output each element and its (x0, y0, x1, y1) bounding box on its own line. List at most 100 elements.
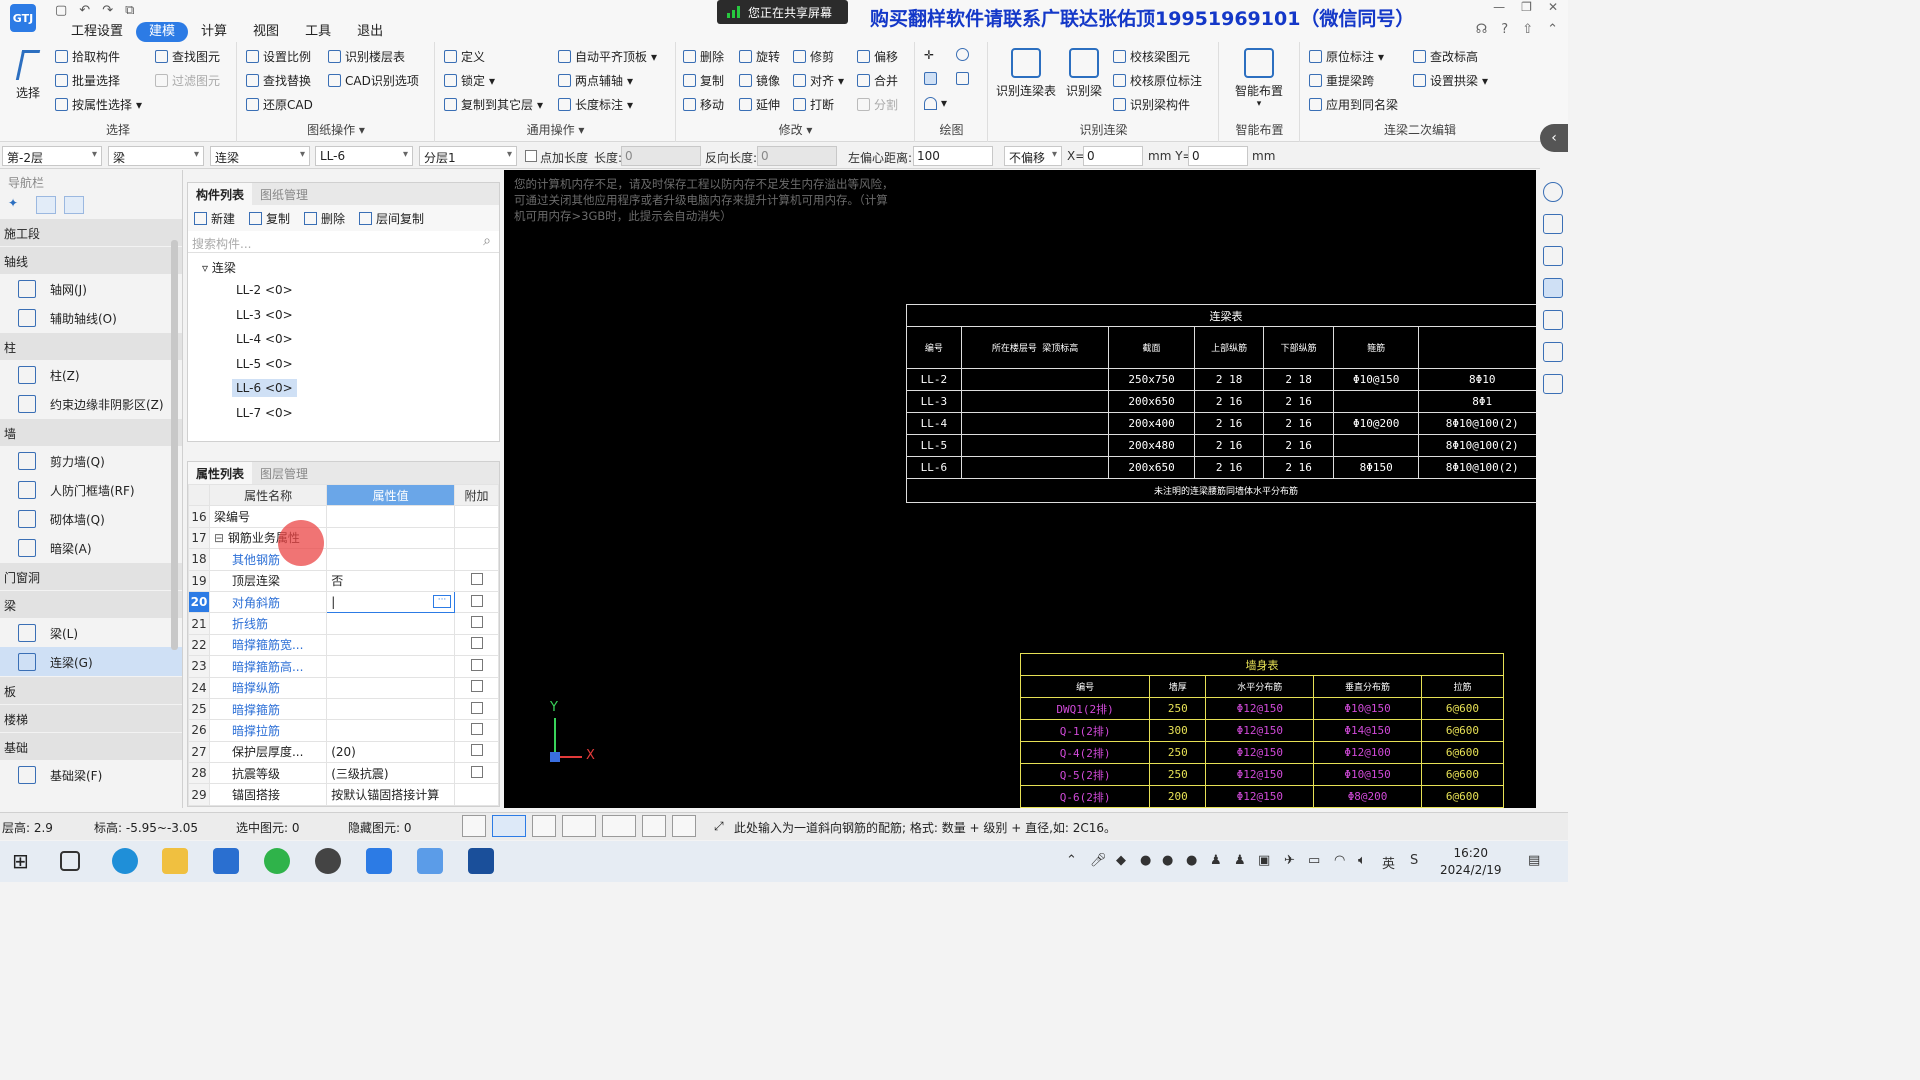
nav-item-5-0[interactable]: 梁(L) (0, 618, 182, 647)
tab-drawing-manage[interactable]: 图纸管理 (252, 183, 316, 205)
component-item[interactable]: LL-5 <0> (188, 353, 499, 378)
3d-view-icon[interactable] (1542, 214, 1563, 234)
trim-button[interactable]: 修剪 (793, 48, 834, 65)
tray-s-icon[interactable]: S (1410, 853, 1418, 868)
property-value[interactable] (326, 655, 455, 678)
recognize-floor-table-button[interactable]: 识别楼层表 (328, 48, 405, 65)
property-row[interactable]: 20 对角斜筋 | ··· (188, 590, 499, 614)
tab-property-list[interactable]: 属性列表 (188, 462, 253, 484)
extra-checkbox[interactable] (470, 594, 483, 607)
recognize-beam-table-button[interactable]: 识别连梁表 (995, 48, 1057, 99)
add-length-checkbox[interactable] (525, 150, 537, 162)
extra-checkbox[interactable] (470, 765, 483, 778)
copy-component-button[interactable]: 复制 (249, 210, 290, 227)
property-row[interactable]: 16 梁编号 (188, 505, 499, 528)
smart-layout-button[interactable]: 智能布置 ▾ (1226, 48, 1292, 109)
menu-item-1[interactable]: 建模 (136, 22, 189, 42)
nav-item-3-0[interactable]: 剪力墙(Q) (0, 446, 182, 475)
offset-button[interactable]: 偏移 (857, 48, 898, 65)
pick-component-button[interactable]: 拾取构件 (55, 48, 120, 65)
extra-checkbox[interactable] (470, 744, 483, 757)
menu-item-2[interactable]: 计算 (188, 22, 240, 42)
nav-category-1[interactable]: 轴线 (0, 247, 182, 274)
split-button[interactable]: 分割 (857, 96, 898, 113)
extend-button[interactable]: 延伸 (739, 96, 780, 113)
offset-input[interactable]: 100 (913, 146, 993, 166)
edge-browser-icon[interactable] (112, 848, 138, 874)
nav-item-1-1[interactable]: 辅助轴线(O) (0, 303, 182, 332)
close-icon[interactable]: ✕ (1548, 0, 1558, 14)
wechat-icon[interactable] (264, 848, 290, 874)
collapse-group-icon[interactable]: ⊟ (214, 531, 228, 545)
dynamic-input-toggle[interactable] (602, 815, 636, 837)
property-row[interactable]: 28 抗震等级 (三级抗震) (188, 762, 499, 785)
ellipsis-button[interactable]: ··· (433, 594, 451, 608)
floor-copy-button[interactable]: 层间复制 (359, 210, 424, 227)
arc-toggle[interactable] (672, 815, 696, 837)
property-value[interactable]: (三级抗震) (326, 762, 455, 785)
draw-rotate-point-button[interactable] (956, 48, 969, 61)
list-view-icon[interactable] (36, 196, 56, 214)
find-element-button[interactable]: 查找图元 (155, 48, 220, 65)
draw-line-button[interactable] (924, 72, 937, 85)
qq2-icon[interactable]: ♟ (1234, 853, 1246, 868)
tray-app-icon[interactable]: ● (1140, 853, 1151, 868)
meeting-app-icon[interactable] (213, 848, 239, 874)
set-arch-beam-button[interactable]: 设置拱梁 ▾ (1413, 72, 1488, 89)
fullscreen-icon[interactable] (1542, 310, 1563, 330)
angle-toggle[interactable] (562, 815, 596, 837)
property-row[interactable]: 26 暗撑拉筋 (188, 719, 499, 742)
set-scale-button[interactable]: 设置比例 (246, 48, 311, 65)
auto-align-top-button[interactable]: 自动平齐顶板 ▾ (558, 48, 657, 65)
component-item[interactable]: LL-6 <0> (188, 377, 499, 402)
tree-root-coupling-beam[interactable]: ▿ 连梁 (188, 255, 499, 279)
wifi-icon[interactable]: ◠ (1334, 853, 1345, 868)
nav-category-5[interactable]: 梁 (0, 591, 182, 618)
nav-item-2-0[interactable]: 柱(Z) (0, 360, 182, 389)
define-button[interactable]: 定义 (444, 48, 485, 65)
property-row[interactable]: 22 暗撑箍筋宽... (188, 633, 499, 657)
menu-item-4[interactable]: 工具 (292, 22, 344, 42)
property-value[interactable] (326, 676, 455, 699)
skin-icon[interactable]: ⇧ (1522, 22, 1533, 37)
property-value[interactable] (326, 505, 455, 528)
gtj-icon[interactable] (366, 848, 392, 874)
nav-category-3[interactable]: 墙 (0, 419, 182, 446)
group-modify-label[interactable]: 修改 ▾ (677, 121, 914, 138)
type-select[interactable]: 梁 (108, 146, 204, 166)
property-row[interactable]: 23 暗撑箍筋高... (188, 655, 499, 678)
nav-item-3-2[interactable]: 砌体墙(Q) (0, 504, 182, 533)
select-button[interactable]: 选择 (8, 50, 48, 101)
restore-cad-button[interactable]: 还原CAD (246, 96, 313, 113)
cad-options-button[interactable]: CAD识别选项 (328, 72, 419, 89)
component-item[interactable]: LL-4 <0> (188, 328, 499, 353)
cube-icon[interactable] (1542, 342, 1563, 362)
property-row[interactable]: 27 保护层厚度... (20) (188, 740, 499, 764)
orbit-icon[interactable] (1542, 182, 1563, 202)
draw-point-button[interactable]: ✛ (924, 48, 937, 62)
property-value[interactable]: 否 (326, 569, 455, 592)
nav-item-5-1[interactable]: 连梁(G) (0, 647, 182, 676)
property-row[interactable]: 29 锚固搭接 按默认锚固搭接计算 (188, 783, 499, 806)
property-value[interactable]: | ··· (326, 590, 455, 614)
tray-chevron-up-icon[interactable]: ⌃ (1066, 853, 1077, 868)
collapse-ribbon-icon[interactable]: ⌃ (1547, 22, 1558, 37)
tab-component-list[interactable]: 构件列表 (188, 183, 253, 205)
extra-checkbox[interactable] (470, 722, 483, 735)
recognize-beam-comp-button[interactable]: 识别梁构件 (1113, 96, 1190, 113)
nav-category-8[interactable]: 基础 (0, 733, 182, 760)
notification-icon[interactable]: ▤ (1528, 853, 1540, 868)
qq-icon[interactable]: ♟ (1210, 853, 1222, 868)
screen-share-banner[interactable]: 您正在共享屏幕 (717, 0, 848, 24)
nav-category-7[interactable]: 楼梯 (0, 705, 182, 732)
draw-arc-button[interactable]: ▾ (924, 96, 947, 110)
snap-toggle[interactable] (492, 815, 526, 837)
move-button[interactable]: 移动 (683, 96, 724, 113)
undo-icon[interactable]: ↶ (79, 3, 90, 18)
monitor-tray-icon[interactable]: ▣ (1258, 853, 1270, 868)
filter-element-button[interactable]: 过滤图元 (155, 72, 220, 89)
minimize-icon[interactable]: — (1493, 0, 1505, 14)
collapse-panel-button[interactable]: ‹ (1540, 124, 1568, 152)
property-row[interactable]: 18 其他钢筋 (188, 548, 499, 571)
nav-item-3-1[interactable]: 人防门框墙(RF) (0, 475, 182, 504)
